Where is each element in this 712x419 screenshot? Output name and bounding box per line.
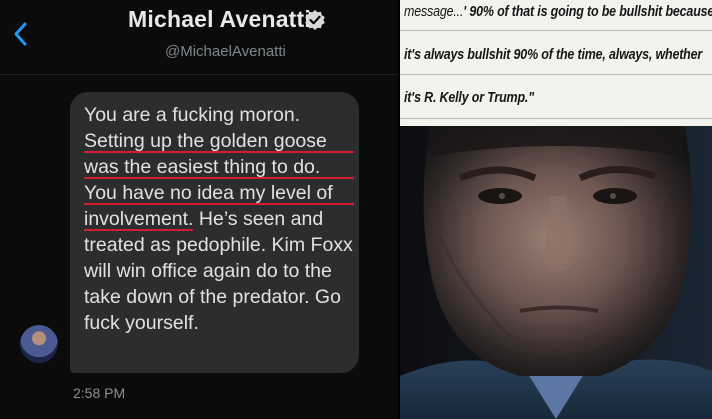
message-line-underlined: Setting up the golden goose bbox=[84, 128, 354, 154]
quote-line-bold: ' 90% of that is going to be bullshit be… bbox=[463, 4, 712, 20]
message-line: will win office again do to the bbox=[84, 260, 332, 282]
chevron-left-icon[interactable] bbox=[10, 20, 32, 48]
message-timestamp: 2:58 PM bbox=[73, 385, 126, 401]
message-line-underlined: was the easiest thing to do. bbox=[84, 154, 354, 180]
quote-rule bbox=[400, 30, 712, 31]
verified-badge-icon bbox=[305, 10, 325, 30]
quote-rule bbox=[400, 74, 712, 75]
header-divider bbox=[0, 74, 398, 75]
news-panel: message...' 90% of that is going to be b… bbox=[400, 0, 712, 419]
portrait-photo bbox=[400, 126, 712, 419]
message-text: You are a fucking moron. Setting up the … bbox=[84, 102, 354, 336]
quote-line-bold: it's always bullshit 90% of the time, al… bbox=[404, 47, 703, 63]
message-line: You are a fucking moron. bbox=[84, 104, 301, 126]
message-line: fuck yourself. bbox=[84, 312, 199, 334]
quote-line-start: message... bbox=[404, 4, 464, 20]
message-line-underlined: involvement. bbox=[84, 208, 194, 231]
message-line: take down of the predator. Go bbox=[84, 286, 341, 308]
message-line-underlined: You have no idea my level of bbox=[84, 180, 354, 206]
quote-clipping: message...' 90% of that is going to be b… bbox=[400, 0, 712, 126]
avatar[interactable] bbox=[20, 325, 58, 363]
profile-handle: @MichaelAvenatti bbox=[165, 43, 286, 60]
quote-rule bbox=[400, 118, 712, 119]
quote-line: it's always bullshit 90% of the time, al… bbox=[404, 47, 702, 63]
profile-name: Michael Avenatti bbox=[128, 6, 311, 32]
message-line-rest: He’s seen and bbox=[193, 208, 324, 230]
dm-panel: Michael Avenatti @MichaelAvenatti You ar… bbox=[0, 0, 398, 419]
message-line: treated as pedophile. Kim Foxx bbox=[84, 234, 353, 256]
message-bubble[interactable]: You are a fucking moron. Setting up the … bbox=[70, 92, 359, 373]
quote-line-bold: it's R. Kelly or Trump." bbox=[404, 90, 534, 106]
quote-line: message...' 90% of that is going to be b… bbox=[404, 4, 712, 20]
message-line: involvement. He’s seen and bbox=[84, 206, 354, 232]
quote-line: it's R. Kelly or Trump." bbox=[404, 90, 534, 106]
